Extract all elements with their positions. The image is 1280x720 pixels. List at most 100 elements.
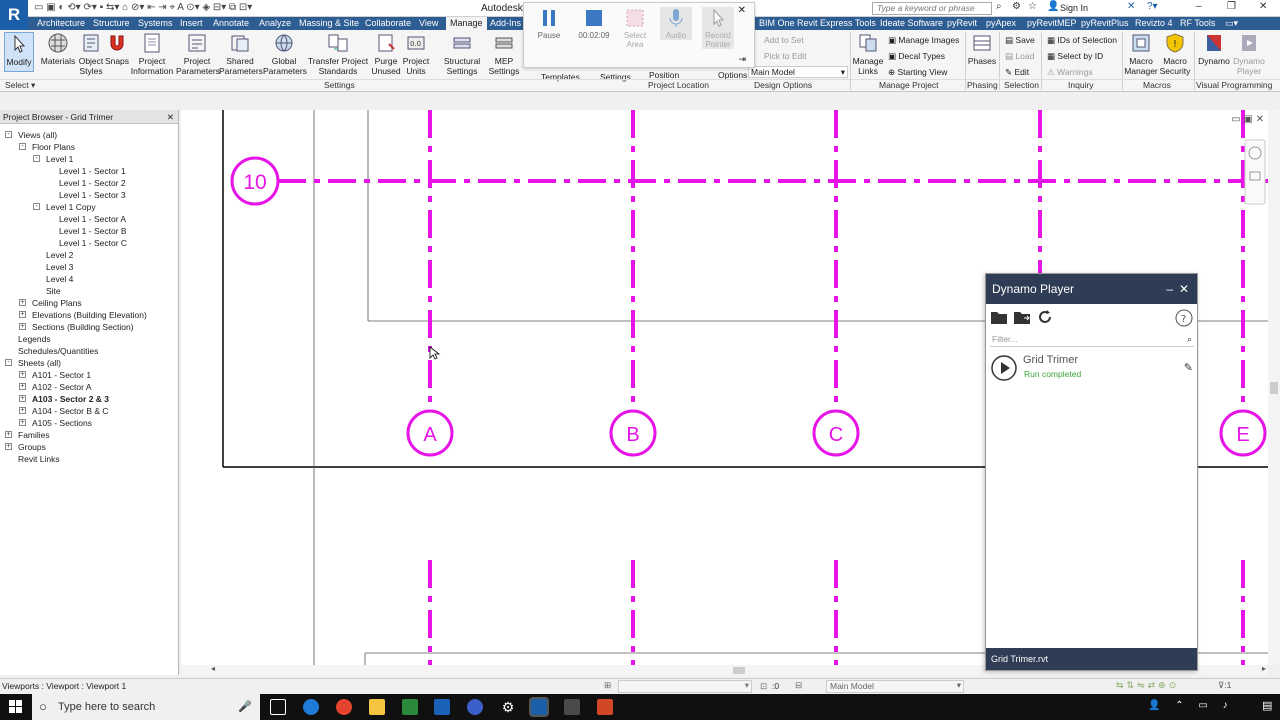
viewport-window-controls[interactable]: ▭ ▣ ✕ [1231, 114, 1264, 125]
pause-button[interactable]: Pause [534, 7, 564, 40]
add-to-set-button[interactable]: Add to Set [764, 35, 804, 45]
powerpoint-icon[interactable] [597, 699, 613, 715]
manage-links-button[interactable]: Manage Links [852, 32, 884, 76]
binoculars-icon[interactable]: ⌕ [996, 1, 1002, 12]
starting-view-button[interactable]: ⊕ Starting View [888, 67, 947, 78]
chevron-left-icon[interactable]: ◂ [211, 664, 215, 673]
expand-toggle[interactable]: + [19, 371, 26, 378]
collapse-toggle[interactable]: - [5, 359, 12, 366]
browser-tree-item[interactable]: Elevations (Building Elevation) [32, 310, 147, 320]
notifications-icon[interactable]: ▤ [1262, 699, 1272, 712]
record-pointer-button[interactable]: Record Pointer [702, 7, 734, 49]
select-by-id-button[interactable]: ▦ Select by ID [1047, 51, 1103, 62]
browser-tree-item[interactable]: A105 - Sections [32, 418, 92, 428]
selection-filter-icons[interactable]: ⇆⇅⇋⇄⊕⊙ [1116, 680, 1179, 691]
browser-tree-item[interactable]: Level 1 - Sector 1 [59, 166, 126, 176]
select-area-button[interactable]: Select Area [622, 7, 648, 49]
editable-only-icon[interactable]: ⊡ [760, 681, 767, 692]
browser-tree-item[interactable]: A104 - Sector B & C [32, 406, 109, 416]
browser-tree-item[interactable]: A103 - Sector 2 & 3 [32, 394, 109, 404]
tab-massing-site[interactable]: Massing & Site [299, 17, 359, 30]
snaps-button[interactable]: Snaps [104, 32, 130, 66]
taskbar-search-input[interactable]: ○ Type here to search 🎤 [32, 694, 260, 720]
tab-ideate-software[interactable]: Ideate Software [880, 17, 943, 30]
filter-icon[interactable]: ⊽:1 [1218, 680, 1231, 691]
audio-button[interactable]: Audio [660, 7, 692, 40]
sign-in-button[interactable]: Sign In [1060, 3, 1088, 13]
vertical-scroll-thumb[interactable] [1270, 382, 1278, 394]
expand-toggle[interactable]: + [19, 383, 26, 390]
vertical-scrollbar[interactable] [1268, 110, 1280, 665]
horizontal-scroll-thumb[interactable] [733, 667, 745, 674]
outlook-icon[interactable] [434, 699, 450, 715]
browser-tree-item[interactable]: Schedules/Quantities [18, 346, 98, 356]
collapse-toggle[interactable]: - [33, 203, 40, 210]
dynamo-filter-input[interactable]: Filter... ⌕ [990, 332, 1194, 347]
design-option-select[interactable]: Main Model ▾ [748, 66, 848, 78]
tab-systems[interactable]: Systems [138, 17, 173, 30]
project-parameters-button[interactable]: Project Parameters [176, 32, 220, 76]
worksets-icon[interactable]: ⊞ [604, 680, 611, 691]
tab-overflow-icon[interactable]: ▭▾ [1225, 17, 1238, 30]
browser-tree-item[interactable]: Level 3 [46, 262, 73, 272]
pin-icon[interactable]: ⇥ [738, 54, 746, 65]
tab-pyapex[interactable]: pyApex [986, 17, 1016, 30]
tab-architecture[interactable]: Architecture [37, 17, 85, 30]
browser-tree-item[interactable]: Sections (Building Section) [32, 322, 134, 332]
exchange-x-icon[interactable]: ✕ [1127, 1, 1135, 12]
expand-toggle[interactable]: + [19, 299, 26, 306]
chrome-browser-icon[interactable] [336, 699, 352, 715]
design-option-status-select[interactable]: Main Model ▾ [826, 680, 964, 693]
browser-tree-item[interactable]: Revit Links [18, 454, 60, 464]
expand-toggle[interactable]: + [19, 311, 26, 318]
tab-pyrevitplus[interactable]: pyRevitPlus [1081, 17, 1129, 30]
tab-collaborate[interactable]: Collaborate [365, 17, 411, 30]
close-icon[interactable]: ✕ [1179, 274, 1189, 304]
favorites-star-icon[interactable]: ☆ [1028, 1, 1037, 12]
minimize-icon[interactable]: – [1166, 274, 1173, 304]
collapse-toggle[interactable]: - [33, 155, 40, 162]
spreadsheet-app-icon[interactable] [402, 699, 418, 715]
restore-button[interactable]: ❐ [1227, 1, 1236, 12]
expand-toggle[interactable]: + [19, 419, 26, 426]
project-units-button[interactable]: 0.0 Project Units [401, 32, 431, 76]
tab-annotate[interactable]: Annotate [213, 17, 249, 30]
help-icon[interactable]: ?▾ [1147, 1, 1158, 12]
browser-tree-item[interactable]: Level 1 - Sector 2 [59, 178, 126, 188]
settings-gear-icon[interactable]: ⚙ [500, 699, 516, 715]
system-tray-icons[interactable]: 👤 ⌃ ▭ ♪ [1148, 700, 1234, 711]
file-explorer-icon[interactable] [369, 699, 385, 715]
script-list-item[interactable]: Grid Trimer Run completed ✎ [986, 352, 1197, 382]
close-icon[interactable]: ✕ [167, 110, 174, 124]
save-selection-button[interactable]: ▤ Save [1005, 35, 1035, 46]
browser-tree-item[interactable]: Views (all) [18, 130, 57, 140]
decal-types-button[interactable]: ▣ Decal Types [888, 51, 945, 62]
browser-tree-item[interactable]: Groups [18, 442, 46, 452]
browser-tree-item[interactable]: Floor Plans [32, 142, 75, 152]
phases-button[interactable]: Phases [967, 32, 997, 66]
edge-browser-icon[interactable] [303, 699, 319, 715]
load-selection-button[interactable]: ▤ Load [1005, 51, 1034, 62]
modify-button[interactable]: Modify [4, 32, 34, 72]
workset-select[interactable]: ▾ [618, 680, 752, 693]
stop-button[interactable]: 00:02:09 [576, 7, 612, 40]
edit-pencil-icon[interactable]: ✎ [1184, 361, 1193, 374]
browser-tree-item[interactable]: Level 1 - Sector B [59, 226, 127, 236]
tab-view[interactable]: View [419, 17, 438, 30]
collapse-toggle[interactable]: - [5, 131, 12, 138]
purge-unused-button[interactable]: Purge Unused [371, 32, 401, 76]
windows-start-icon[interactable] [0, 694, 32, 720]
chevron-right-icon[interactable]: ▸ [1262, 664, 1266, 673]
browser-tree-item[interactable]: Level 1 - Sector C [59, 238, 127, 248]
materials-button[interactable]: Materials [40, 32, 76, 66]
warnings-button[interactable]: ⚠ Warnings [1047, 67, 1093, 78]
expand-toggle[interactable]: + [19, 323, 26, 330]
revit-taskbar-icon[interactable] [529, 697, 549, 717]
subscription-icon[interactable]: ⚙ [1012, 1, 1021, 12]
browser-tree-item[interactable]: Ceiling Plans [32, 298, 82, 308]
help-icon[interactable]: ? [1175, 309, 1193, 327]
browser-tree-item[interactable]: Families [18, 430, 50, 440]
macro-manager-button[interactable]: Macro Manager [1124, 32, 1158, 76]
macro-security-button[interactable]: ! Macro Security [1158, 32, 1192, 76]
help-search-input[interactable]: Type a keyword or phrase [872, 2, 992, 15]
